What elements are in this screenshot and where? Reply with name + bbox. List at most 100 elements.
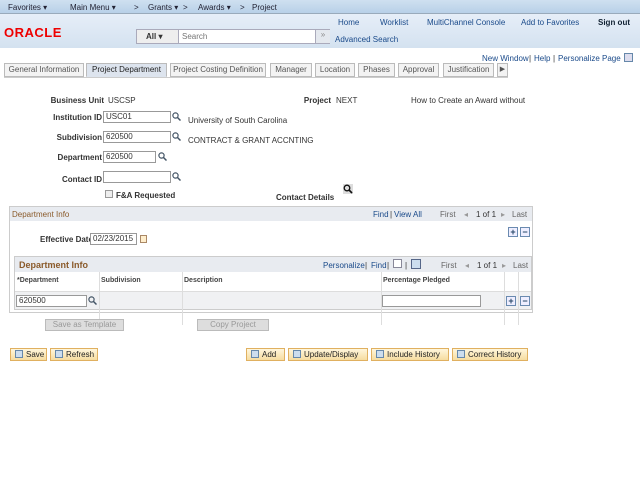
favorites-menu[interactable]: Favorites ▾ bbox=[8, 3, 47, 12]
correct-history-button[interactable]: Correct History bbox=[452, 348, 528, 361]
tab-general-information[interactable]: General Information bbox=[4, 63, 84, 77]
effective-date-label: Effective Date bbox=[40, 235, 93, 244]
save-button[interactable]: Save bbox=[10, 348, 47, 361]
view-all-icon[interactable] bbox=[393, 259, 402, 268]
department-label: Department bbox=[57, 153, 102, 162]
department-input[interactable]: 620500 bbox=[103, 151, 156, 163]
advanced-search-link[interactable]: Advanced Search bbox=[335, 35, 398, 44]
tab-justification[interactable]: Justification bbox=[443, 63, 494, 77]
fa-requested-label: F&A Requested bbox=[116, 191, 176, 200]
row-department-input[interactable]: 620500 bbox=[16, 295, 87, 307]
grid-prev-icon[interactable]: ◂ bbox=[465, 261, 469, 270]
breadcrumb-project[interactable]: Project bbox=[252, 3, 277, 12]
tab-project-costing-definition[interactable]: Project Costing Definition bbox=[170, 63, 266, 77]
department-info-grid: Department Info Personalize | Find | | F… bbox=[14, 256, 532, 325]
lookup-icon[interactable] bbox=[172, 112, 182, 122]
multichannel-console-link[interactable]: MultiChannel Console bbox=[427, 18, 505, 27]
first-link[interactable]: First bbox=[440, 210, 456, 219]
new-window-link[interactable]: New Window bbox=[482, 54, 529, 63]
add-to-favorites-link[interactable]: Add to Favorites bbox=[521, 18, 579, 27]
breadcrumb-separator: > bbox=[240, 3, 245, 12]
grid-find-link[interactable]: Find bbox=[371, 261, 387, 270]
department-info-header: Department Info Find | View All First ◂ … bbox=[10, 207, 532, 221]
worklist-link[interactable]: Worklist bbox=[380, 18, 408, 27]
next-icon[interactable]: ▸ bbox=[501, 210, 505, 219]
delete-row-icon[interactable]: − bbox=[520, 296, 530, 306]
tab-manager[interactable]: Manager bbox=[270, 63, 312, 77]
download-icon[interactable] bbox=[411, 259, 421, 269]
update-display-button[interactable]: Update/Display bbox=[288, 348, 368, 361]
main-menu[interactable]: Main Menu ▾ bbox=[70, 3, 116, 12]
contact-id-input[interactable] bbox=[103, 171, 171, 183]
delete-row-icon[interactable]: − bbox=[520, 227, 530, 237]
grid-last-link[interactable]: Last bbox=[513, 261, 528, 270]
oracle-logo: ORACLE bbox=[4, 25, 62, 40]
subdivision-input[interactable]: 620500 bbox=[103, 131, 171, 143]
grid-personalize-link[interactable]: Personalize bbox=[323, 261, 365, 270]
find-link[interactable]: Find bbox=[373, 210, 389, 219]
grid-next-icon[interactable]: ▸ bbox=[502, 261, 506, 270]
column-header-subdivision: Subdivision bbox=[101, 277, 141, 284]
contact-id-label: Contact ID bbox=[62, 175, 102, 184]
personalize-page-link[interactable]: Personalize Page bbox=[558, 54, 621, 63]
lookup-icon[interactable] bbox=[172, 172, 182, 182]
save-icon bbox=[15, 350, 23, 358]
tab-location[interactable]: Location bbox=[315, 63, 355, 77]
tab-phases[interactable]: Phases bbox=[358, 63, 395, 77]
view-all-link[interactable]: View All bbox=[394, 210, 422, 219]
top-menu-bar: Favorites ▾ Main Menu ▾ > Grants ▾ > Awa… bbox=[0, 0, 640, 14]
include-history-button[interactable]: Include History bbox=[371, 348, 449, 361]
column-header-percentage-pledged: Percentage Pledged bbox=[383, 277, 450, 284]
contact-details-label: Contact Details bbox=[276, 193, 335, 202]
subdivision-label: Subdivision bbox=[56, 133, 102, 142]
subdivision-description: CONTRACT & GRANT ACCNTING bbox=[188, 136, 314, 145]
grid-first-link[interactable]: First bbox=[441, 261, 457, 270]
lookup-icon[interactable] bbox=[172, 132, 182, 142]
last-link[interactable]: Last bbox=[512, 210, 527, 219]
add-row-icon[interactable]: + bbox=[506, 296, 516, 306]
institution-description: University of South Carolina bbox=[188, 116, 288, 125]
home-link[interactable]: Home bbox=[338, 18, 359, 27]
search-input[interactable] bbox=[180, 30, 314, 43]
history-icon bbox=[376, 350, 384, 358]
row-count: 1 of 1 bbox=[476, 210, 497, 219]
effective-date-input[interactable]: 02/23/2015 bbox=[90, 233, 137, 245]
header: ORACLE Home Worklist MultiChannel Consol… bbox=[0, 14, 640, 48]
search-scope-select[interactable]: All ▾ bbox=[137, 30, 179, 43]
sign-out-link[interactable]: Sign out bbox=[598, 18, 630, 27]
help-link[interactable]: Help bbox=[534, 54, 550, 63]
institution-id-label: Institution ID bbox=[53, 113, 102, 122]
department-info-group: Department Info Find | View All First ◂ … bbox=[9, 206, 533, 325]
search-go-button[interactable]: » bbox=[315, 30, 330, 43]
column-header-department: *Department bbox=[17, 277, 59, 284]
project-description: How to Create an Award without bbox=[411, 96, 526, 105]
business-unit-value: USCSP bbox=[108, 96, 136, 105]
grid-header-row: *Department Subdivision Description Perc… bbox=[15, 272, 531, 325]
add-row-icon[interactable]: + bbox=[508, 227, 518, 237]
refresh-icon bbox=[55, 350, 63, 358]
add-button[interactable]: Add bbox=[246, 348, 285, 361]
fa-requested-checkbox[interactable] bbox=[105, 190, 113, 198]
grid-title: Department Info bbox=[19, 260, 89, 270]
column-header-description: Description bbox=[184, 277, 223, 284]
grid-row-count: 1 of 1 bbox=[477, 261, 498, 270]
lookup-icon[interactable] bbox=[158, 152, 168, 162]
institution-id-input[interactable]: USC01 bbox=[103, 111, 171, 123]
department-info-title: Department Info bbox=[12, 210, 70, 219]
grid-icon[interactable] bbox=[624, 53, 633, 62]
copy-project-button[interactable]: Copy Project bbox=[197, 319, 269, 331]
breadcrumb-awards[interactable]: Awards ▾ bbox=[198, 3, 231, 12]
row-percentage-input[interactable] bbox=[382, 295, 481, 307]
correct-history-icon bbox=[457, 350, 465, 358]
refresh-button[interactable]: Refresh bbox=[50, 348, 98, 361]
lookup-icon[interactable] bbox=[88, 296, 98, 306]
add-icon bbox=[251, 350, 259, 358]
tab-scroll-right-icon[interactable]: ▶ bbox=[497, 63, 508, 77]
save-as-template-button[interactable]: Save as Template bbox=[45, 319, 124, 331]
prev-icon[interactable]: ◂ bbox=[464, 210, 468, 219]
tab-project-department[interactable]: Project Department bbox=[86, 63, 167, 77]
breadcrumb-grants[interactable]: Grants ▾ bbox=[148, 3, 178, 12]
contact-details-lookup-icon[interactable] bbox=[343, 184, 353, 194]
tab-approval[interactable]: Approval bbox=[398, 63, 439, 77]
calendar-icon[interactable] bbox=[140, 235, 147, 243]
